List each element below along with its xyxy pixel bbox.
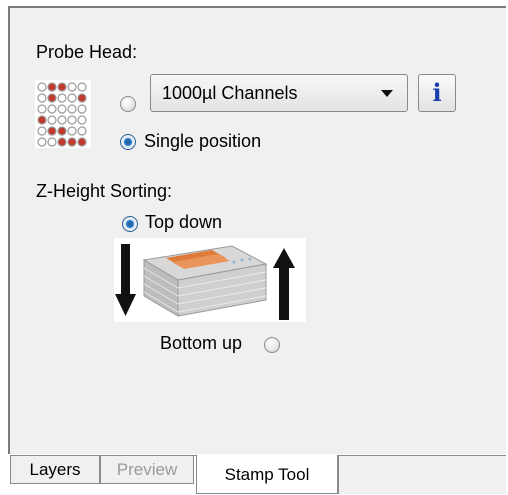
top-down-label: Top down (145, 212, 223, 232)
info-button[interactable]: i (418, 74, 456, 112)
channels-radio[interactable] (120, 96, 136, 112)
tab-preview-label: Preview (116, 460, 178, 479)
stacked-plates-icon (114, 238, 306, 322)
bottom-up-label: Bottom up (160, 333, 243, 353)
single-position-label: Single position (144, 131, 262, 151)
z-height-label: Z-Height Sorting: (36, 181, 173, 201)
channels-select[interactable]: 1000µl Channels (150, 74, 408, 112)
tab-preview[interactable]: Preview (100, 456, 194, 484)
chevron-down-icon (381, 90, 393, 97)
top-down-radio[interactable] (122, 216, 138, 232)
tab-stamp-tool[interactable]: Stamp Tool (196, 455, 338, 494)
tab-stamp-tool-label: Stamp Tool (224, 465, 310, 484)
bottom-up-radio[interactable] (264, 337, 280, 353)
stamp-tool-panel: Probe Head: 1000µl Channels i Single pos… (8, 6, 506, 454)
well-grid-icon (35, 80, 91, 148)
channels-select-value: 1000µl Channels (162, 83, 298, 103)
single-position-radio[interactable] (120, 134, 136, 150)
info-icon: i (432, 78, 442, 107)
tab-strip-filler (338, 456, 506, 494)
probe-head-label: Probe Head: (36, 42, 138, 62)
tab-layers-label: Layers (29, 460, 81, 479)
tab-layers[interactable]: Layers (10, 456, 100, 484)
